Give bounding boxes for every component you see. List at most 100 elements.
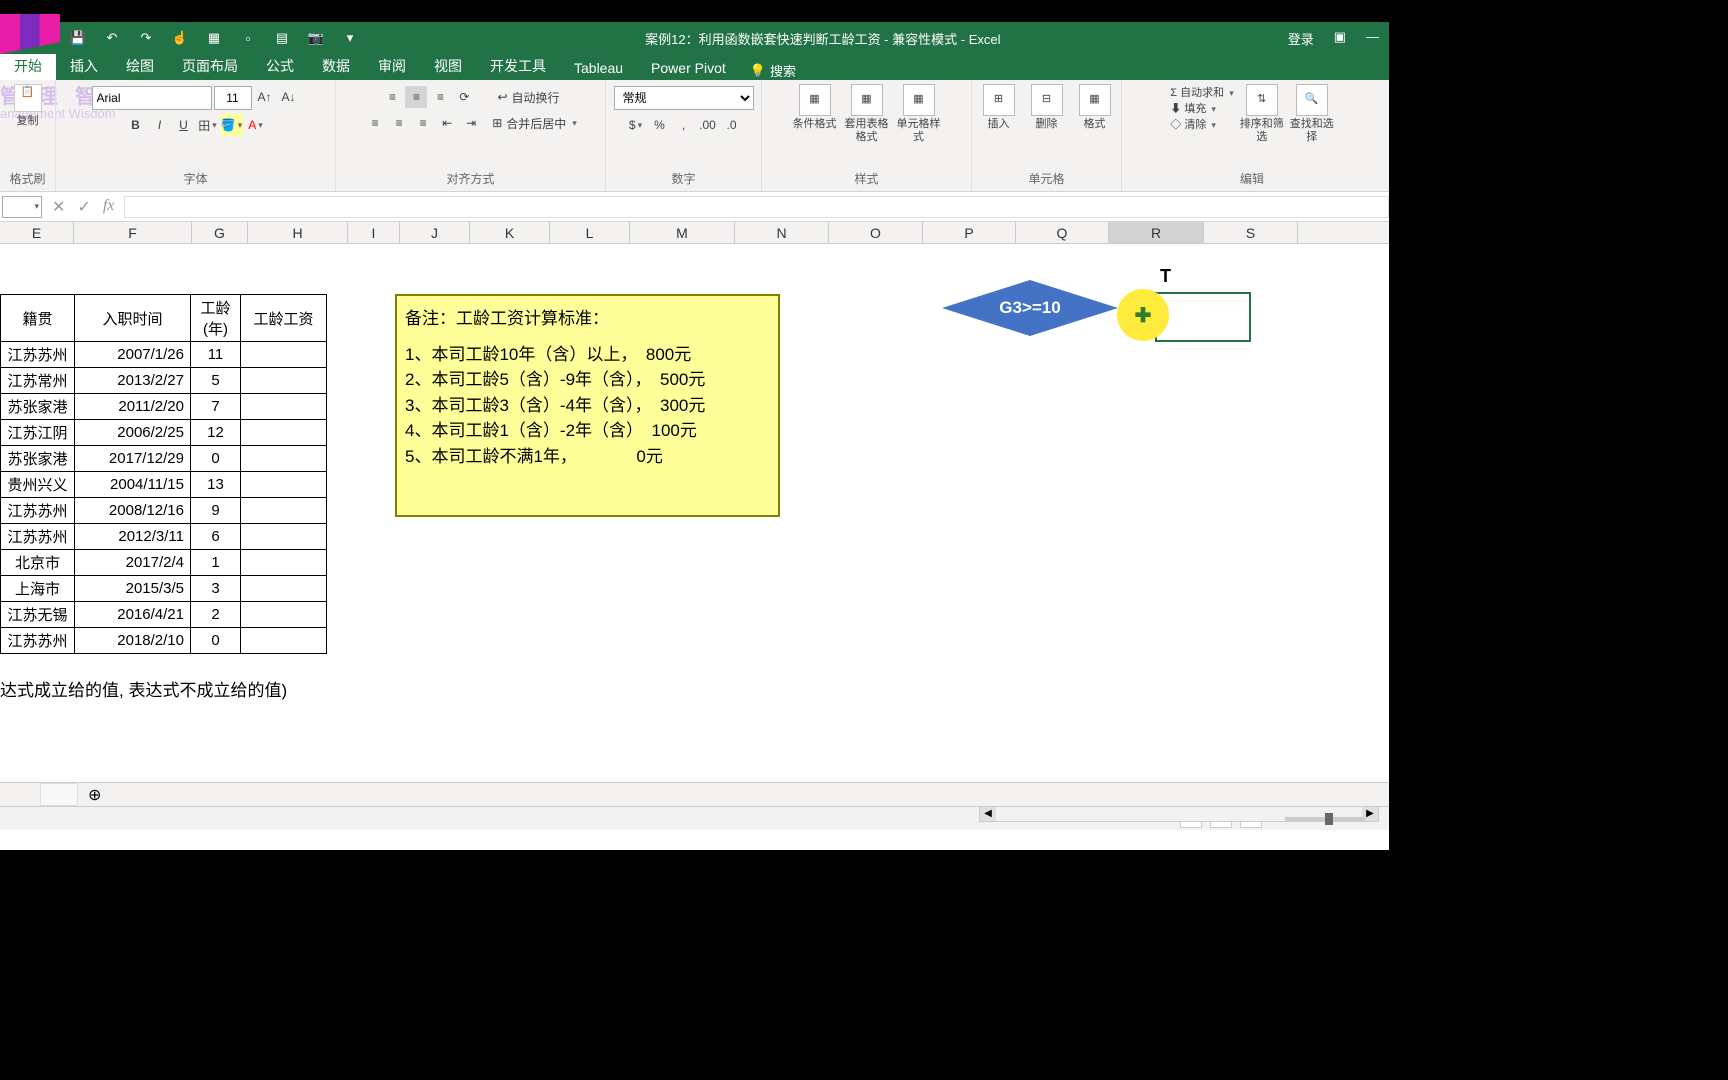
column-header[interactable]: M <box>630 222 735 243</box>
column-header[interactable]: S <box>1204 222 1298 243</box>
sort-filter-button[interactable]: ⇅排序和筛选 <box>1240 84 1284 144</box>
column-header[interactable]: I <box>348 222 400 243</box>
table-cell[interactable]: 上海市 <box>1 576 75 602</box>
tab-review[interactable]: 审阅 <box>364 52 420 80</box>
tab-layout[interactable]: 页面布局 <box>168 52 252 80</box>
column-header[interactable]: L <box>550 222 630 243</box>
insert-cells-button[interactable]: ⊞插入 <box>977 84 1021 131</box>
table-cell[interactable]: 11 <box>191 342 241 368</box>
table-cell[interactable]: 贵州兴义 <box>1 472 75 498</box>
delete-cells-button[interactable]: ⊟删除 <box>1025 84 1069 131</box>
redo-icon[interactable]: ↷ <box>138 30 154 46</box>
login-button[interactable]: 登录 <box>1288 29 1314 48</box>
tab-data[interactable]: 数据 <box>308 52 364 80</box>
column-header[interactable]: R <box>1109 222 1204 243</box>
enter-icon[interactable]: ✓ <box>77 197 90 217</box>
table-cell[interactable]: 2008/12/16 <box>75 498 191 524</box>
table-cell[interactable]: 0 <box>191 446 241 472</box>
font-size-select[interactable] <box>214 86 252 110</box>
table-cell[interactable]: 0 <box>191 628 241 654</box>
tab-formulas[interactable]: 公式 <box>252 52 308 80</box>
formula-bar[interactable] <box>124 196 1389 218</box>
table-cell[interactable]: 2004/11/15 <box>75 472 191 498</box>
comma-icon[interactable]: , <box>673 114 695 136</box>
autosum-button[interactable]: Σ 自动求和 ▾ <box>1170 84 1233 100</box>
qat-icon[interactable]: ▤ <box>274 30 290 46</box>
table-cell[interactable]: 江苏苏州 <box>1 524 75 550</box>
table-cell[interactable] <box>241 550 327 576</box>
table-cell[interactable]: 江苏苏州 <box>1 498 75 524</box>
find-select-button[interactable]: 🔍查找和选择 <box>1290 84 1334 144</box>
table-cell[interactable]: 2007/1/26 <box>75 342 191 368</box>
undo-icon[interactable]: ↶ <box>104 30 120 46</box>
align-right-icon[interactable]: ≡ <box>412 112 434 134</box>
column-header[interactable]: F <box>74 222 192 243</box>
cancel-icon[interactable]: ✕ <box>52 197 65 217</box>
table-cell[interactable]: 13 <box>191 472 241 498</box>
column-header[interactable]: O <box>829 222 923 243</box>
touch-icon[interactable]: ☝ <box>172 30 188 46</box>
underline-button[interactable]: U <box>173 114 195 136</box>
increase-decimal-icon[interactable]: .00 <box>697 114 719 136</box>
table-cell[interactable]: 江苏江阴 <box>1 420 75 446</box>
table-cell[interactable]: 2013/2/27 <box>75 368 191 394</box>
decrease-decimal-icon[interactable]: .0 <box>721 114 743 136</box>
camera-icon[interactable]: 📷 <box>308 30 324 46</box>
wrap-text-button[interactable]: ↩ 自动换行 <box>497 86 559 108</box>
clear-button[interactable]: ◇ 清除 ▾ <box>1170 116 1233 132</box>
table-cell[interactable] <box>241 446 327 472</box>
tab-developer[interactable]: 开发工具 <box>476 52 560 80</box>
tab-home[interactable]: 开始 <box>0 52 56 80</box>
table-cell[interactable]: 江苏苏州 <box>1 628 75 654</box>
column-header[interactable]: G <box>192 222 248 243</box>
table-cell[interactable] <box>241 368 327 394</box>
ribbon-options-icon[interactable]: ▣ <box>1334 29 1346 48</box>
minimize-icon[interactable]: — <box>1366 29 1379 48</box>
save-icon[interactable]: 💾 <box>70 30 86 46</box>
selected-cell[interactable] <box>1155 292 1251 342</box>
table-cell[interactable]: 2017/12/29 <box>75 446 191 472</box>
flowchart-diamond[interactable]: G3>=10 <box>942 280 1118 336</box>
decrease-indent-icon[interactable]: ⇤ <box>436 112 458 134</box>
search-box[interactable]: 💡 搜索 <box>750 61 796 80</box>
zoom-slider[interactable] <box>1285 817 1365 821</box>
font-color-icon[interactable]: A▾ <box>245 114 267 136</box>
column-header[interactable]: Q <box>1016 222 1109 243</box>
table-cell[interactable] <box>241 472 327 498</box>
table-cell[interactable]: 6 <box>191 524 241 550</box>
scroll-left-icon[interactable]: ◀ <box>980 807 996 821</box>
table-cell[interactable] <box>241 420 327 446</box>
table-cell[interactable] <box>241 602 327 628</box>
column-header[interactable]: E <box>0 222 74 243</box>
name-box[interactable]: ▾ <box>2 196 42 218</box>
column-header[interactable]: K <box>470 222 550 243</box>
table-format-button[interactable]: ▦套用表格格式 <box>845 84 889 144</box>
table-cell[interactable]: 9 <box>191 498 241 524</box>
increase-indent-icon[interactable]: ⇥ <box>460 112 482 134</box>
table-cell[interactable]: 江苏无锡 <box>1 602 75 628</box>
align-top-icon[interactable]: ≡ <box>381 86 403 108</box>
table-cell[interactable]: 2012/3/11 <box>75 524 191 550</box>
table-cell[interactable] <box>241 394 327 420</box>
align-middle-icon[interactable]: ≡ <box>405 86 427 108</box>
increase-font-icon[interactable]: A↑ <box>254 86 276 108</box>
table-cell[interactable]: 江苏苏州 <box>1 342 75 368</box>
table-cell[interactable]: 7 <box>191 394 241 420</box>
decrease-font-icon[interactable]: A↓ <box>278 86 300 108</box>
table-cell[interactable]: 3 <box>191 576 241 602</box>
table-cell[interactable] <box>241 342 327 368</box>
table-cell[interactable]: 苏张家港 <box>1 446 75 472</box>
column-header[interactable]: N <box>735 222 829 243</box>
tab-tableau[interactable]: Tableau <box>560 56 637 80</box>
bold-button[interactable]: B <box>125 114 147 136</box>
table-cell[interactable]: 北京市 <box>1 550 75 576</box>
align-left-icon[interactable]: ≡ <box>364 112 386 134</box>
table-cell[interactable]: 2011/2/20 <box>75 394 191 420</box>
table-cell[interactable]: 5 <box>191 368 241 394</box>
table-cell[interactable] <box>241 498 327 524</box>
table-cell[interactable]: 苏张家港 <box>1 394 75 420</box>
merge-button[interactable]: ⊞ 合并后居中▾ <box>492 112 577 134</box>
table-cell[interactable]: 2016/4/21 <box>75 602 191 628</box>
new-sheet-icon[interactable]: ⊕ <box>88 785 101 805</box>
orientation-icon[interactable]: ⟳ <box>453 86 475 108</box>
